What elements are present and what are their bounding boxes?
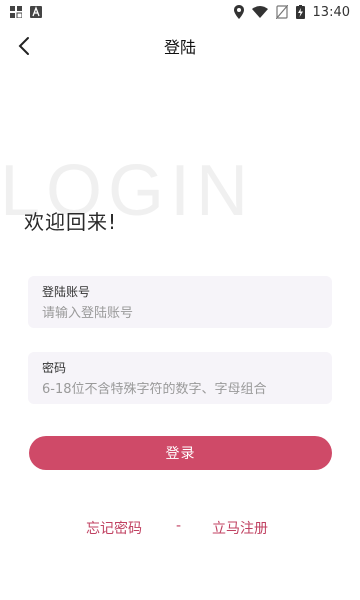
status-bar: 13:40 [0, 0, 360, 24]
battery-charging-icon [295, 5, 305, 19]
account-field: 登陆账号 [28, 276, 332, 328]
grid-app-icon [10, 6, 22, 18]
password-label: 密码 [42, 361, 67, 375]
password-field: 密码 [28, 352, 332, 404]
sim-off-icon [275, 5, 288, 19]
text-a-icon [30, 6, 42, 18]
page-title: 登陆 [163, 38, 196, 57]
link-separator: - [176, 518, 182, 534]
top-navigation-bar: 登陆 [0, 24, 360, 68]
status-left-icons [10, 6, 42, 18]
clock-time: 13:40 [312, 4, 350, 20]
status-right-icons: 13:40 [233, 4, 350, 20]
register-link[interactable]: 立马注册 [212, 518, 268, 538]
back-button[interactable] [10, 32, 38, 60]
account-label: 登陆账号 [42, 285, 91, 299]
password-input[interactable] [42, 382, 318, 397]
account-input[interactable] [42, 306, 318, 321]
wifi-icon [251, 6, 268, 18]
chevron-left-icon [18, 37, 29, 55]
login-button[interactable]: 登录 [29, 436, 332, 470]
forgot-password-link[interactable]: 忘记密码 [86, 518, 142, 538]
location-icon [233, 5, 244, 19]
welcome-heading: 欢迎回来! [24, 210, 118, 234]
footer-links: 忘记密码 - 立马注册 [0, 518, 360, 538]
